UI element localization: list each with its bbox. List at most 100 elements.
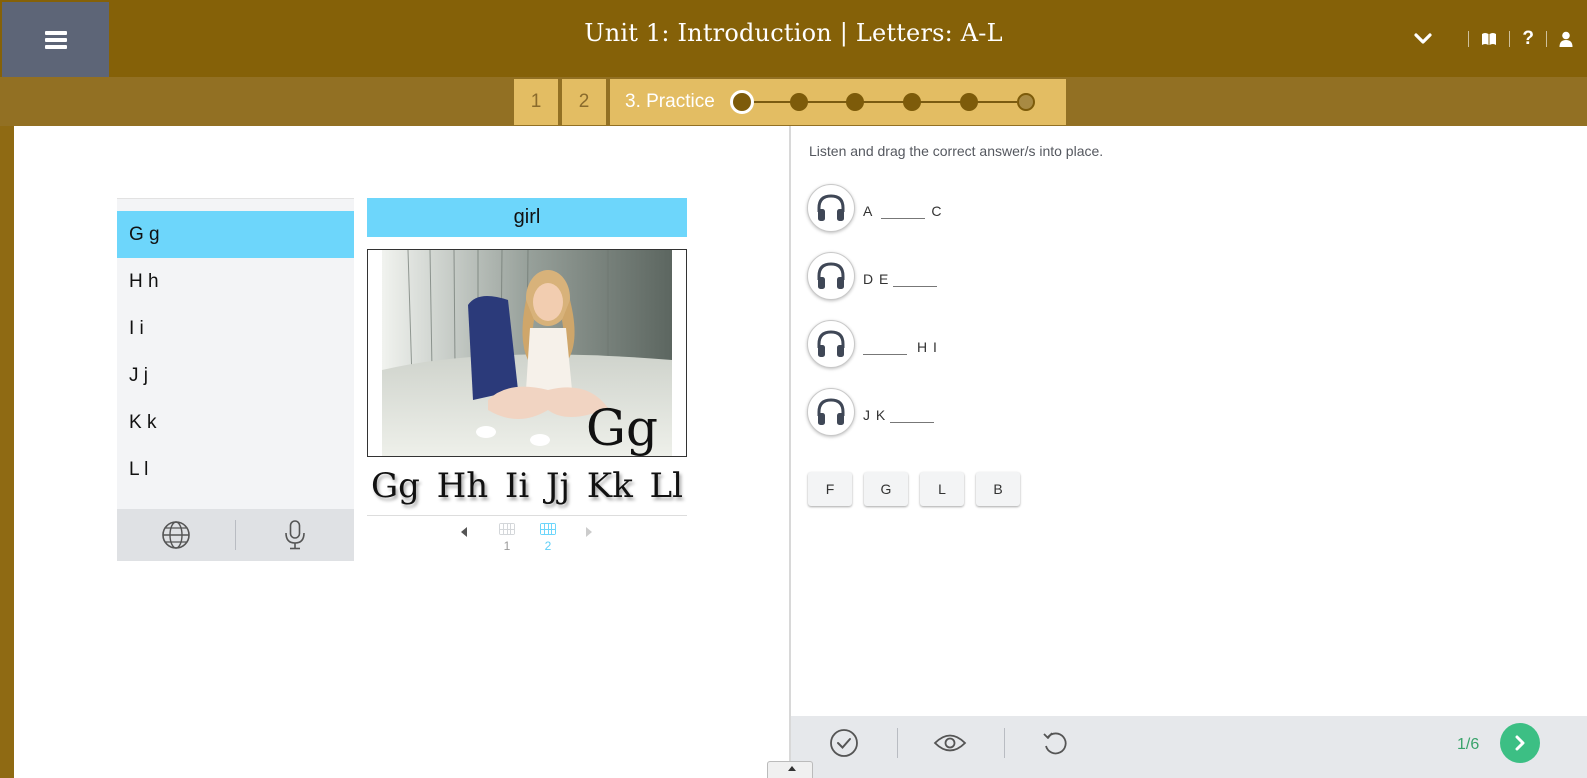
audio-button[interactable] [807,184,855,232]
strip-letter-h[interactable]: Hh [437,466,489,506]
divider [367,515,687,516]
grid-icon [540,523,556,535]
answer-bank: F G L B [808,472,1032,506]
photo-caption: Gg [586,399,658,456]
letter-item-j[interactable]: J j [117,352,354,399]
page-title: Unit 1: Introduction | Letters: A-L [584,19,1003,47]
answer-tile-l[interactable]: L [920,472,964,506]
check-icon [830,729,858,757]
letter-item-g[interactable]: G g [117,211,354,258]
answer-drop-zone[interactable] [893,267,938,287]
top-bar: Unit 1: Introduction | Letters: A-L ? [0,0,1587,77]
globe-icon [162,521,190,549]
progress-dot-3[interactable] [845,93,864,111]
question-text: D E [863,265,943,287]
question-row: A C [807,183,942,233]
translate-button[interactable] [117,509,235,561]
separator [897,728,898,758]
lesson-photo: Gg [367,249,687,457]
answer-tile-b[interactable]: B [976,472,1020,506]
step-tab-label: 3. Practice [625,91,715,112]
word-heading: girl [367,198,687,237]
reset-button[interactable] [1037,725,1073,761]
help-icon[interactable]: ? [1522,28,1534,50]
pager-page-2[interactable]: 2 [538,523,558,553]
pager-page-number: 2 [544,539,552,553]
question-suffix: C [931,203,943,219]
separator [1004,728,1005,758]
letter-list-footer [117,509,354,561]
letter-list: G g H h I i J j K k L l [117,199,354,493]
question-row: H I [807,319,938,369]
pager-next-icon[interactable] [586,527,592,537]
audio-button[interactable] [807,320,855,368]
answer-drop-zone[interactable] [890,403,935,423]
answer-drop-zone[interactable] [881,199,926,219]
pager-prev-icon[interactable] [461,527,467,537]
question-prefix: D E [863,271,890,287]
pager-page-1[interactable]: 1 [497,523,517,553]
question-text: J K [863,401,940,423]
answer-drop-zone[interactable] [863,335,907,355]
strip-letter-l[interactable]: Ll [650,466,683,506]
exercise-toolbar: 1/6 [791,716,1587,778]
letter-strip: Gg Hh Ii Jj Kk Ll [367,463,687,509]
panel-resize-handle[interactable] [767,761,813,778]
image-pager: 1 2 [367,521,687,561]
headphones-icon [817,330,845,357]
question-row: D E [807,251,943,301]
lesson-panel: G g H h I i J j K k L l girl Gg Gg Hh Ii… [14,126,789,778]
grid-icon [499,523,515,535]
letter-item-l[interactable]: L l [117,446,354,493]
progress-dot-6[interactable] [1016,93,1035,111]
question-prefix: J K [863,407,887,423]
question-suffix: H I [917,339,938,355]
header-actions: ? [1414,24,1573,54]
exercise-panel: Listen and drag the correct answer/s int… [791,126,1587,778]
step-tab-2[interactable]: 2 [562,79,606,125]
exercise-page-count: 1/6 [1457,736,1480,753]
letter-item-i[interactable]: I i [117,305,354,352]
record-button[interactable] [236,509,354,561]
check-button[interactable] [826,725,862,761]
instruction-text: Listen and drag the correct answer/s int… [809,143,1104,159]
user-icon[interactable] [1559,31,1573,47]
audio-button[interactable] [807,388,855,436]
book-icon[interactable] [1481,32,1497,46]
answer-tile-g[interactable]: G [864,472,908,506]
strip-letter-i[interactable]: Ii [505,466,529,506]
letter-item-k[interactable]: K k [117,399,354,446]
step-tab-1[interactable]: 1 [514,79,558,125]
headphones-icon [817,194,845,221]
separator [1546,31,1547,47]
strip-letter-k[interactable]: Kk [587,466,633,506]
eye-icon [933,734,967,752]
question-text: H I [863,333,938,355]
letter-item-h[interactable]: H h [117,258,354,305]
progress-dots [729,90,1035,114]
strip-letter-j[interactable]: Jj [546,466,570,506]
microphone-icon [285,520,305,550]
progress-dot-1[interactable] [729,90,754,114]
reset-icon [1043,732,1067,755]
headphones-icon [817,398,845,425]
letter-list-panel: G g H h I i J j K k L l [117,198,354,561]
audio-button[interactable] [807,252,855,300]
show-answer-button[interactable] [932,725,968,761]
question-text: A C [863,197,942,219]
chevron-down-icon[interactable] [1414,33,1432,45]
strip-letter-g[interactable]: Gg [371,466,420,506]
headphones-icon [817,262,845,289]
separator [1509,31,1511,47]
question-prefix: A [863,203,874,219]
separator [1468,31,1470,47]
progress-dot-4[interactable] [902,93,921,111]
progress-dot-5[interactable] [959,93,978,111]
pager-page-number: 1 [503,539,511,553]
question-row: J K [807,387,940,437]
answer-tile-f[interactable]: F [808,472,852,506]
next-button[interactable] [1500,723,1540,763]
step-tab-practice[interactable]: 3. Practice [610,79,1066,125]
next-arrow-icon [1515,735,1525,751]
progress-dot-2[interactable] [789,93,808,111]
